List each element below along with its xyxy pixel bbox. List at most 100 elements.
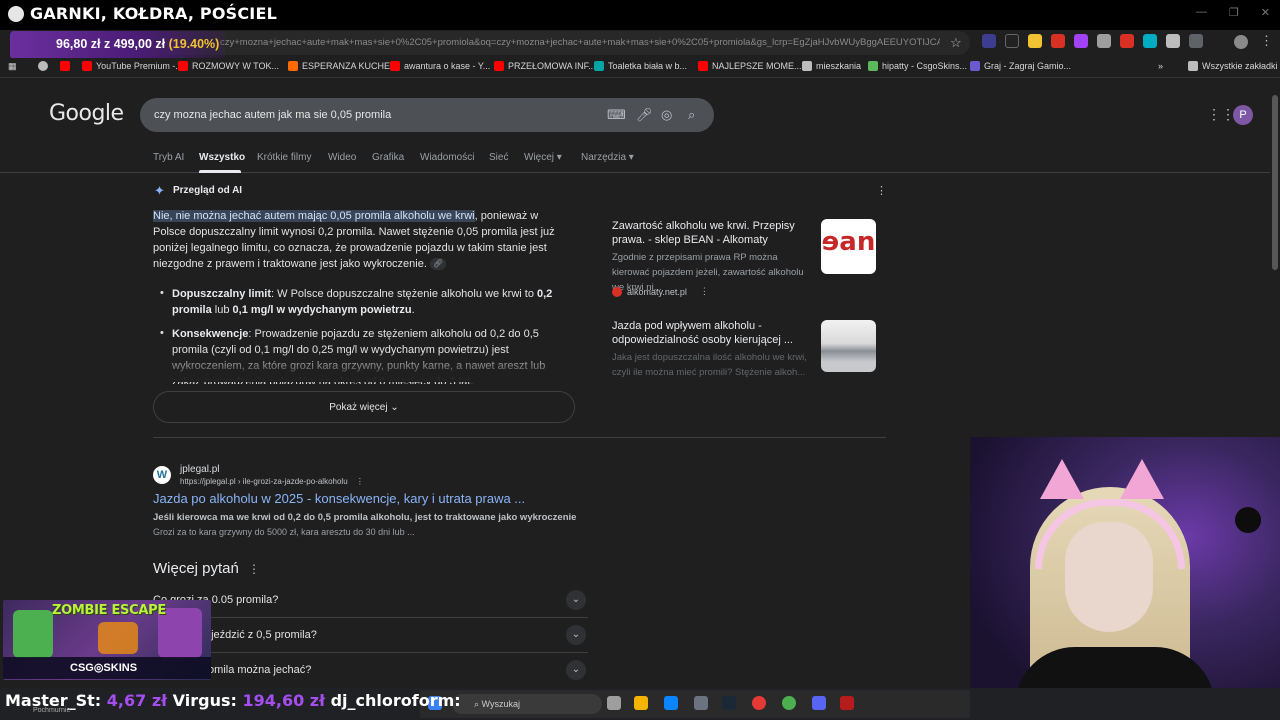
extension-icon[interactable] bbox=[1028, 34, 1042, 48]
youtube-icon bbox=[60, 61, 70, 71]
adblock-icon[interactable] bbox=[1051, 34, 1065, 48]
sponsor-game-title: ZOMBIE ESCAPE bbox=[52, 603, 166, 618]
tab-wiecej[interactable]: Więcej ▾ bbox=[524, 152, 562, 163]
scrollbar-thumb[interactable] bbox=[1272, 95, 1278, 270]
taskbar-search-placeholder: ⌕ Wyszukaj bbox=[474, 699, 520, 709]
steam-icon[interactable] bbox=[722, 696, 736, 710]
tabs-divider bbox=[0, 172, 1270, 173]
bookmark-item[interactable]: awantura o kase - Y... bbox=[390, 61, 490, 71]
tab-wszystko[interactable]: Wszystko bbox=[199, 152, 245, 163]
tab-narzedzia[interactable]: Narzędzia ▾ bbox=[581, 152, 634, 163]
extension-icon[interactable] bbox=[1074, 34, 1088, 48]
microphone-icon[interactable]: 🎤︎ bbox=[636, 107, 653, 123]
tab-siec[interactable]: Sieć bbox=[489, 152, 508, 163]
bookmark-item[interactable]: ROZMOWY W TOK... bbox=[178, 61, 279, 71]
task-view-icon[interactable] bbox=[607, 696, 621, 710]
bookmark-label: mieszkania bbox=[816, 61, 862, 71]
bookmark-favicon-icon bbox=[868, 61, 878, 71]
app-icon[interactable] bbox=[840, 696, 854, 710]
search-query[interactable]: czy mozna jechac autem jak ma sie 0,05 p… bbox=[154, 109, 391, 121]
bullet-label: Dopuszczalny limit bbox=[172, 288, 272, 300]
bookmark-label: Toaletka biała w b... bbox=[608, 61, 688, 71]
bookmark-item[interactable]: hipatty - CsgoSkins... bbox=[868, 61, 967, 71]
address-bar-url[interactable]: czy+mozna+jechac+aute+mak+mas+sie+0%2C05… bbox=[220, 37, 940, 48]
bookmark-item[interactable]: Graj - Zagraj Gamio... bbox=[970, 61, 1071, 71]
source-site[interactable]: alkomaty.net.pl ⋮ bbox=[612, 286, 709, 297]
bookmark-item[interactable]: Toaletka biała w b... bbox=[594, 61, 687, 71]
paa-divider bbox=[153, 652, 588, 653]
section-divider bbox=[153, 437, 886, 438]
bookmark-item[interactable]: NAJLEPSZE MOME... bbox=[698, 61, 802, 71]
cat-ear-left bbox=[1040, 459, 1084, 499]
more-options-icon[interactable]: ⋮ bbox=[700, 286, 709, 297]
maximize-button[interactable]: ❐ bbox=[1229, 6, 1239, 19]
source-snippet: Jaka jest dopuszczalna ilość alkoholu we… bbox=[612, 352, 807, 378]
extension-icon[interactable] bbox=[1120, 34, 1134, 48]
bookmark-label: hipatty - CsgoSkins... bbox=[882, 61, 968, 71]
chrome-icon[interactable] bbox=[782, 696, 796, 710]
bookmark-item[interactable] bbox=[60, 61, 70, 71]
result-title-link[interactable]: Jazda po alkoholu w 2025 - konsekwencje,… bbox=[153, 491, 525, 506]
source-thumbnail[interactable] bbox=[821, 320, 876, 372]
browser-profile-avatar[interactable] bbox=[1234, 35, 1248, 49]
tab-grafika[interactable]: Grafika bbox=[372, 152, 404, 163]
bookmark-star-icon[interactable]: ☆ bbox=[950, 35, 962, 51]
browser-menu-icon[interactable]: ⋮ bbox=[1260, 33, 1273, 49]
bookmark-label: ROZMOWY W TOK... bbox=[192, 61, 280, 71]
result-snippet: Grozi za to kara grzywny do 5000 zł, kar… bbox=[153, 527, 415, 537]
google-logo[interactable]: Google bbox=[49, 101, 124, 126]
source-title[interactable]: Jazda pod wpływem alkoholu - odpowiedzia… bbox=[612, 319, 817, 347]
result-url[interactable]: https://jplegal.pl › ile-grozi-za-jazde-… bbox=[180, 477, 364, 486]
bookmark-favicon-icon bbox=[494, 61, 504, 71]
chevron-down-icon[interactable]: ⌄ bbox=[566, 660, 586, 680]
tab-wiadomosci[interactable]: Wiadomości bbox=[420, 152, 474, 163]
minimize-button[interactable]: — bbox=[1196, 6, 1207, 19]
zombie-figure bbox=[98, 622, 138, 654]
close-button[interactable]: ✕ bbox=[1261, 6, 1270, 19]
bookmark-item[interactable]: PRZEŁOMOWA INF... bbox=[494, 61, 596, 71]
bookmark-item[interactable]: YouTube Premium -... bbox=[82, 61, 183, 71]
chevron-down-icon[interactable]: ⌄ bbox=[566, 625, 586, 645]
tab-krotkie-filmy[interactable]: Krótkie filmy bbox=[257, 152, 311, 163]
more-options-icon[interactable]: ⋮ bbox=[876, 184, 887, 197]
discord-icon[interactable] bbox=[812, 696, 826, 710]
extension-icon[interactable] bbox=[1005, 34, 1019, 48]
extension-icon[interactable] bbox=[982, 34, 996, 48]
puzzle-icon[interactable] bbox=[1166, 34, 1180, 48]
bookmark-item[interactable]: mieszkania bbox=[802, 61, 861, 71]
settings-gear-icon[interactable] bbox=[694, 696, 708, 710]
bookmarks-overflow-icon[interactable]: » bbox=[1158, 61, 1163, 71]
source-title[interactable]: Zawartość alkoholu we krwi. Przepisy pra… bbox=[612, 219, 817, 247]
tab-tryb-ai[interactable]: Tryb AI bbox=[153, 152, 184, 163]
chevron-down-icon[interactable]: ⌄ bbox=[566, 590, 586, 610]
bookmark-item[interactable] bbox=[38, 61, 48, 71]
result-site-name[interactable]: jplegal.pl bbox=[180, 464, 219, 475]
search-icon[interactable]: ⌕ bbox=[688, 107, 695, 123]
folder-icon bbox=[1188, 61, 1198, 71]
price-current: 96,80 zł bbox=[56, 37, 101, 51]
all-bookmarks[interactable]: Wszystkie zakładki bbox=[1188, 61, 1278, 71]
apps-grid-icon[interactable]: ▦ bbox=[8, 61, 17, 72]
file-explorer-icon[interactable] bbox=[634, 696, 648, 710]
link-icon[interactable]: 🔗︎ bbox=[429, 258, 446, 271]
app-icon[interactable] bbox=[752, 696, 766, 710]
keyboard-icon[interactable]: ⌨ bbox=[607, 107, 626, 123]
result-snippet-bold: Jeśli kierowca ma we krwi od 0,2 do 0,5 … bbox=[153, 512, 577, 523]
shield-icon[interactable] bbox=[1097, 34, 1111, 48]
lens-camera-icon[interactable]: ◎ bbox=[661, 107, 672, 123]
bullet-dot: • bbox=[160, 287, 164, 299]
show-more-button[interactable]: Pokaż więcej ⌄ bbox=[153, 391, 575, 423]
price-original: 499,00 zł bbox=[113, 37, 166, 51]
media-icon[interactable] bbox=[1189, 34, 1203, 48]
account-avatar[interactable]: P bbox=[1233, 105, 1253, 125]
more-options-icon[interactable]: ⋮ bbox=[248, 562, 260, 576]
bookmark-item[interactable]: ESPERANZA KUCHE... bbox=[288, 61, 398, 71]
store-icon[interactable] bbox=[664, 696, 678, 710]
source-thumbnail[interactable]: ɘan bbox=[821, 219, 876, 274]
show-more-label: Pokaż więcej bbox=[329, 402, 388, 413]
tab-wideo[interactable]: Wideo bbox=[328, 152, 356, 163]
bullet-label: Konsekwencje bbox=[172, 328, 249, 340]
more-options-icon[interactable]: ⋮ bbox=[356, 477, 364, 486]
ai-highlight: Nie, nie można jechać autem mając 0,05 p… bbox=[153, 210, 475, 222]
extension-icon[interactable] bbox=[1143, 34, 1157, 48]
